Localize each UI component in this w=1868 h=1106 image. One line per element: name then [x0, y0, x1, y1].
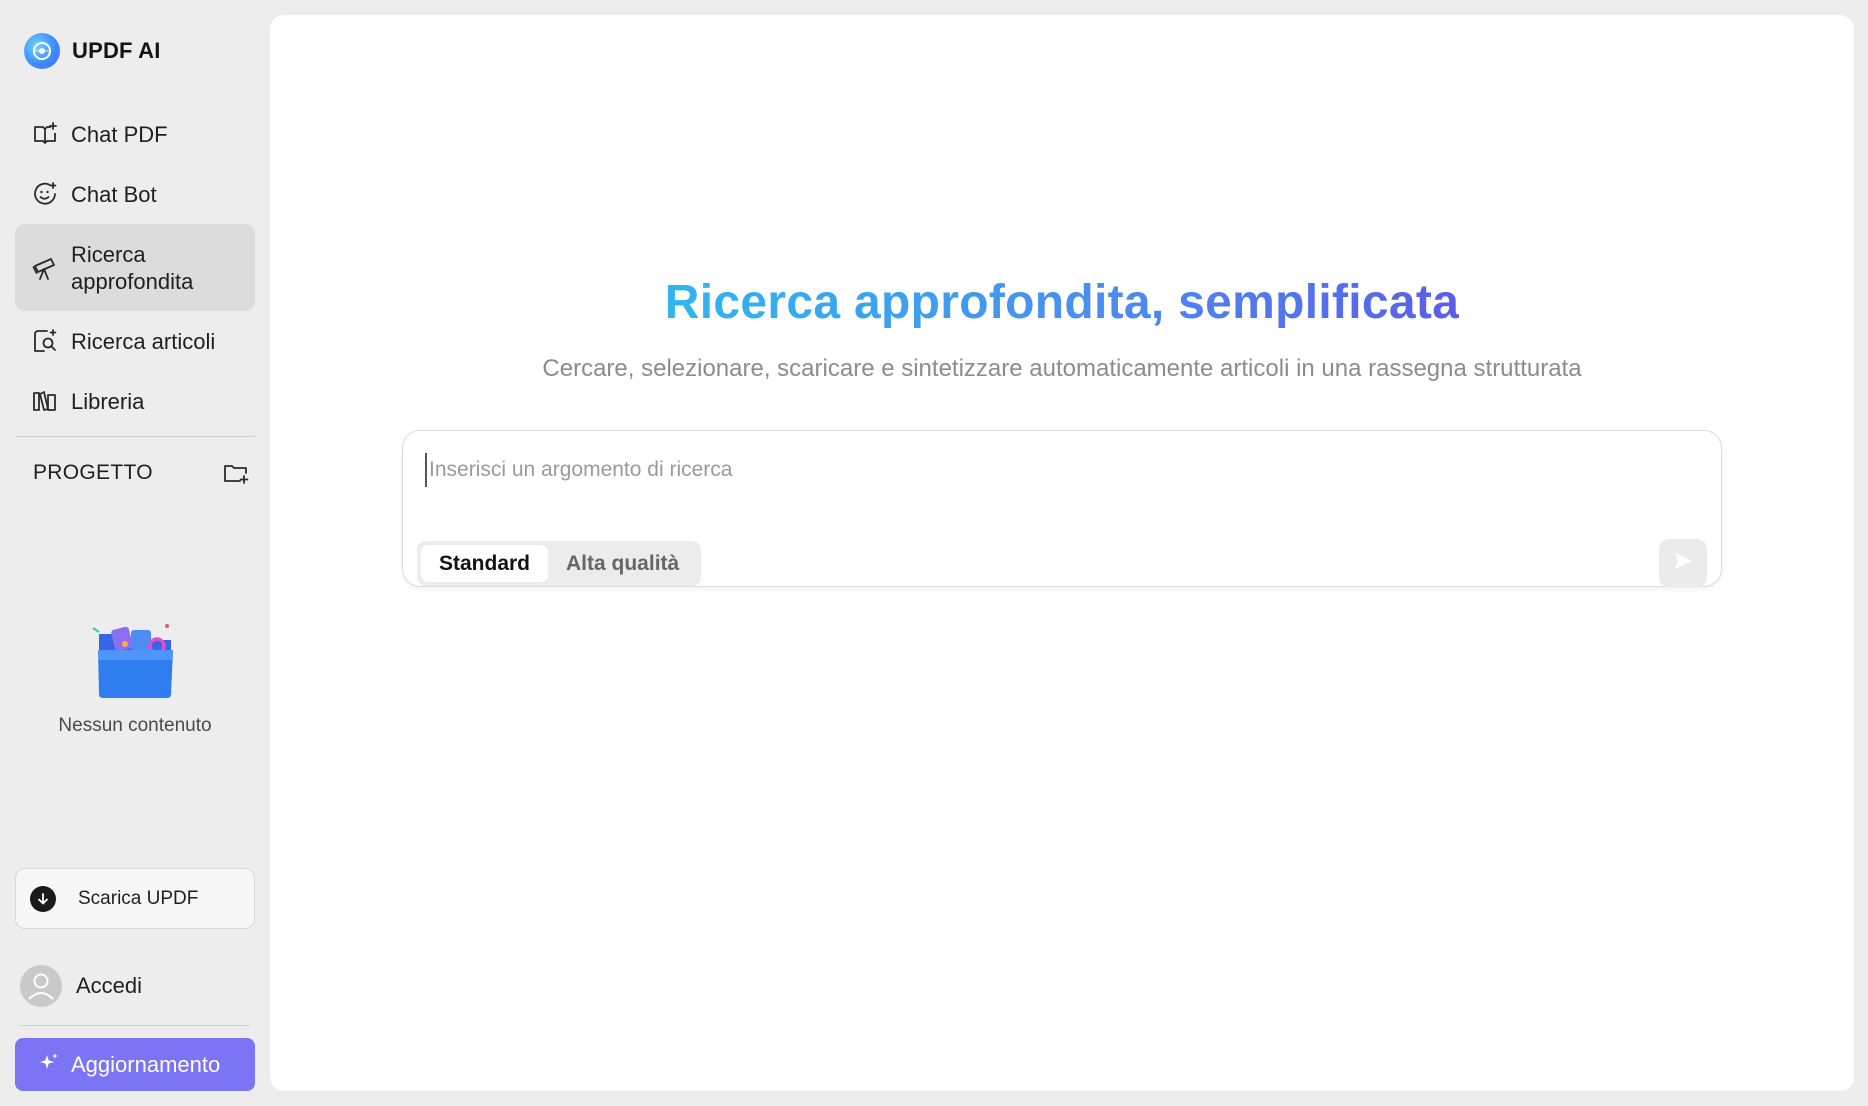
book-ai-icon — [31, 120, 59, 148]
sidebar-divider — [20, 1025, 250, 1026]
project-title: PROGETTO — [33, 461, 153, 484]
mode-high-quality-button[interactable]: Alta qualità — [548, 545, 697, 582]
sidebar-item-label: Ricerca articoli — [71, 328, 216, 354]
sidebar-item-ricerca-articoli[interactable]: Ricerca articoli — [15, 311, 255, 371]
send-button[interactable] — [1659, 539, 1707, 587]
sidebar-item-label: Chat PDF — [71, 121, 168, 147]
upgrade-button[interactable]: Aggiornamento — [15, 1038, 255, 1091]
research-topic-input[interactable] — [425, 453, 1625, 487]
sidebar-item-libreria[interactable]: Libreria — [15, 371, 255, 431]
brand-name: UPDF AI — [72, 38, 161, 63]
download-icon — [30, 885, 56, 912]
sidebar-item-ricerca-approfondita[interactable]: Ricerca approfondita — [15, 224, 255, 311]
avatar — [20, 965, 62, 1007]
quality-mode-toggle: Standard Alta qualità — [417, 541, 702, 586]
sidebar-item-label: Libreria — [71, 388, 145, 414]
brand[interactable]: UPDF AI — [24, 32, 161, 70]
sidebar-item-chat-bot[interactable]: Chat Bot — [15, 164, 255, 224]
login-label: Accedi — [76, 973, 143, 998]
send-arrow-icon — [1672, 550, 1694, 577]
sidebar-item-label: Ricerca approfondita — [71, 241, 194, 294]
sidebar: UPDF AI Chat PDF Chat Bot Ricerca approf… — [0, 0, 270, 1106]
library-books-icon — [31, 387, 59, 415]
download-updf-button[interactable]: Scarica UPDF — [15, 868, 255, 929]
empty-folder-illustration-icon — [87, 620, 183, 705]
upgrade-label: Aggiornamento — [71, 1051, 221, 1077]
mode-standard-button[interactable]: Standard — [421, 545, 549, 582]
sidebar-divider — [15, 436, 255, 437]
download-label: Scarica UPDF — [78, 887, 199, 909]
page-title: Ricerca approfondita, semplificata — [270, 275, 1854, 330]
sparkle-icon — [39, 1052, 59, 1077]
sidebar-item-label: Chat Bot — [71, 181, 157, 207]
chatbot-face-icon — [31, 180, 59, 208]
sidebar-item-chat-pdf[interactable]: Chat PDF — [15, 104, 255, 164]
document-search-icon — [31, 327, 59, 355]
sidebar-nav: Chat PDF Chat Bot Ricerca approfondita R… — [15, 104, 255, 431]
new-folder-icon[interactable] — [221, 458, 251, 488]
research-input-box: Standard Alta qualità — [402, 430, 1722, 587]
telescope-icon — [31, 254, 59, 282]
page-title-text: Ricerca approfondita, semplificata — [664, 276, 1460, 329]
login-button[interactable]: Accedi — [20, 965, 142, 1007]
main-panel: Ricerca approfondita, semplificata Cerca… — [270, 15, 1854, 1091]
empty-projects: Nessun contenuto — [15, 620, 255, 737]
page-subtitle: Cercare, selezionare, scaricare e sintet… — [542, 355, 1582, 382]
updf-ai-logo-icon — [24, 33, 60, 69]
empty-state-text: Nessun contenuto — [58, 715, 212, 736]
project-section-header: PROGETTO — [33, 458, 251, 488]
